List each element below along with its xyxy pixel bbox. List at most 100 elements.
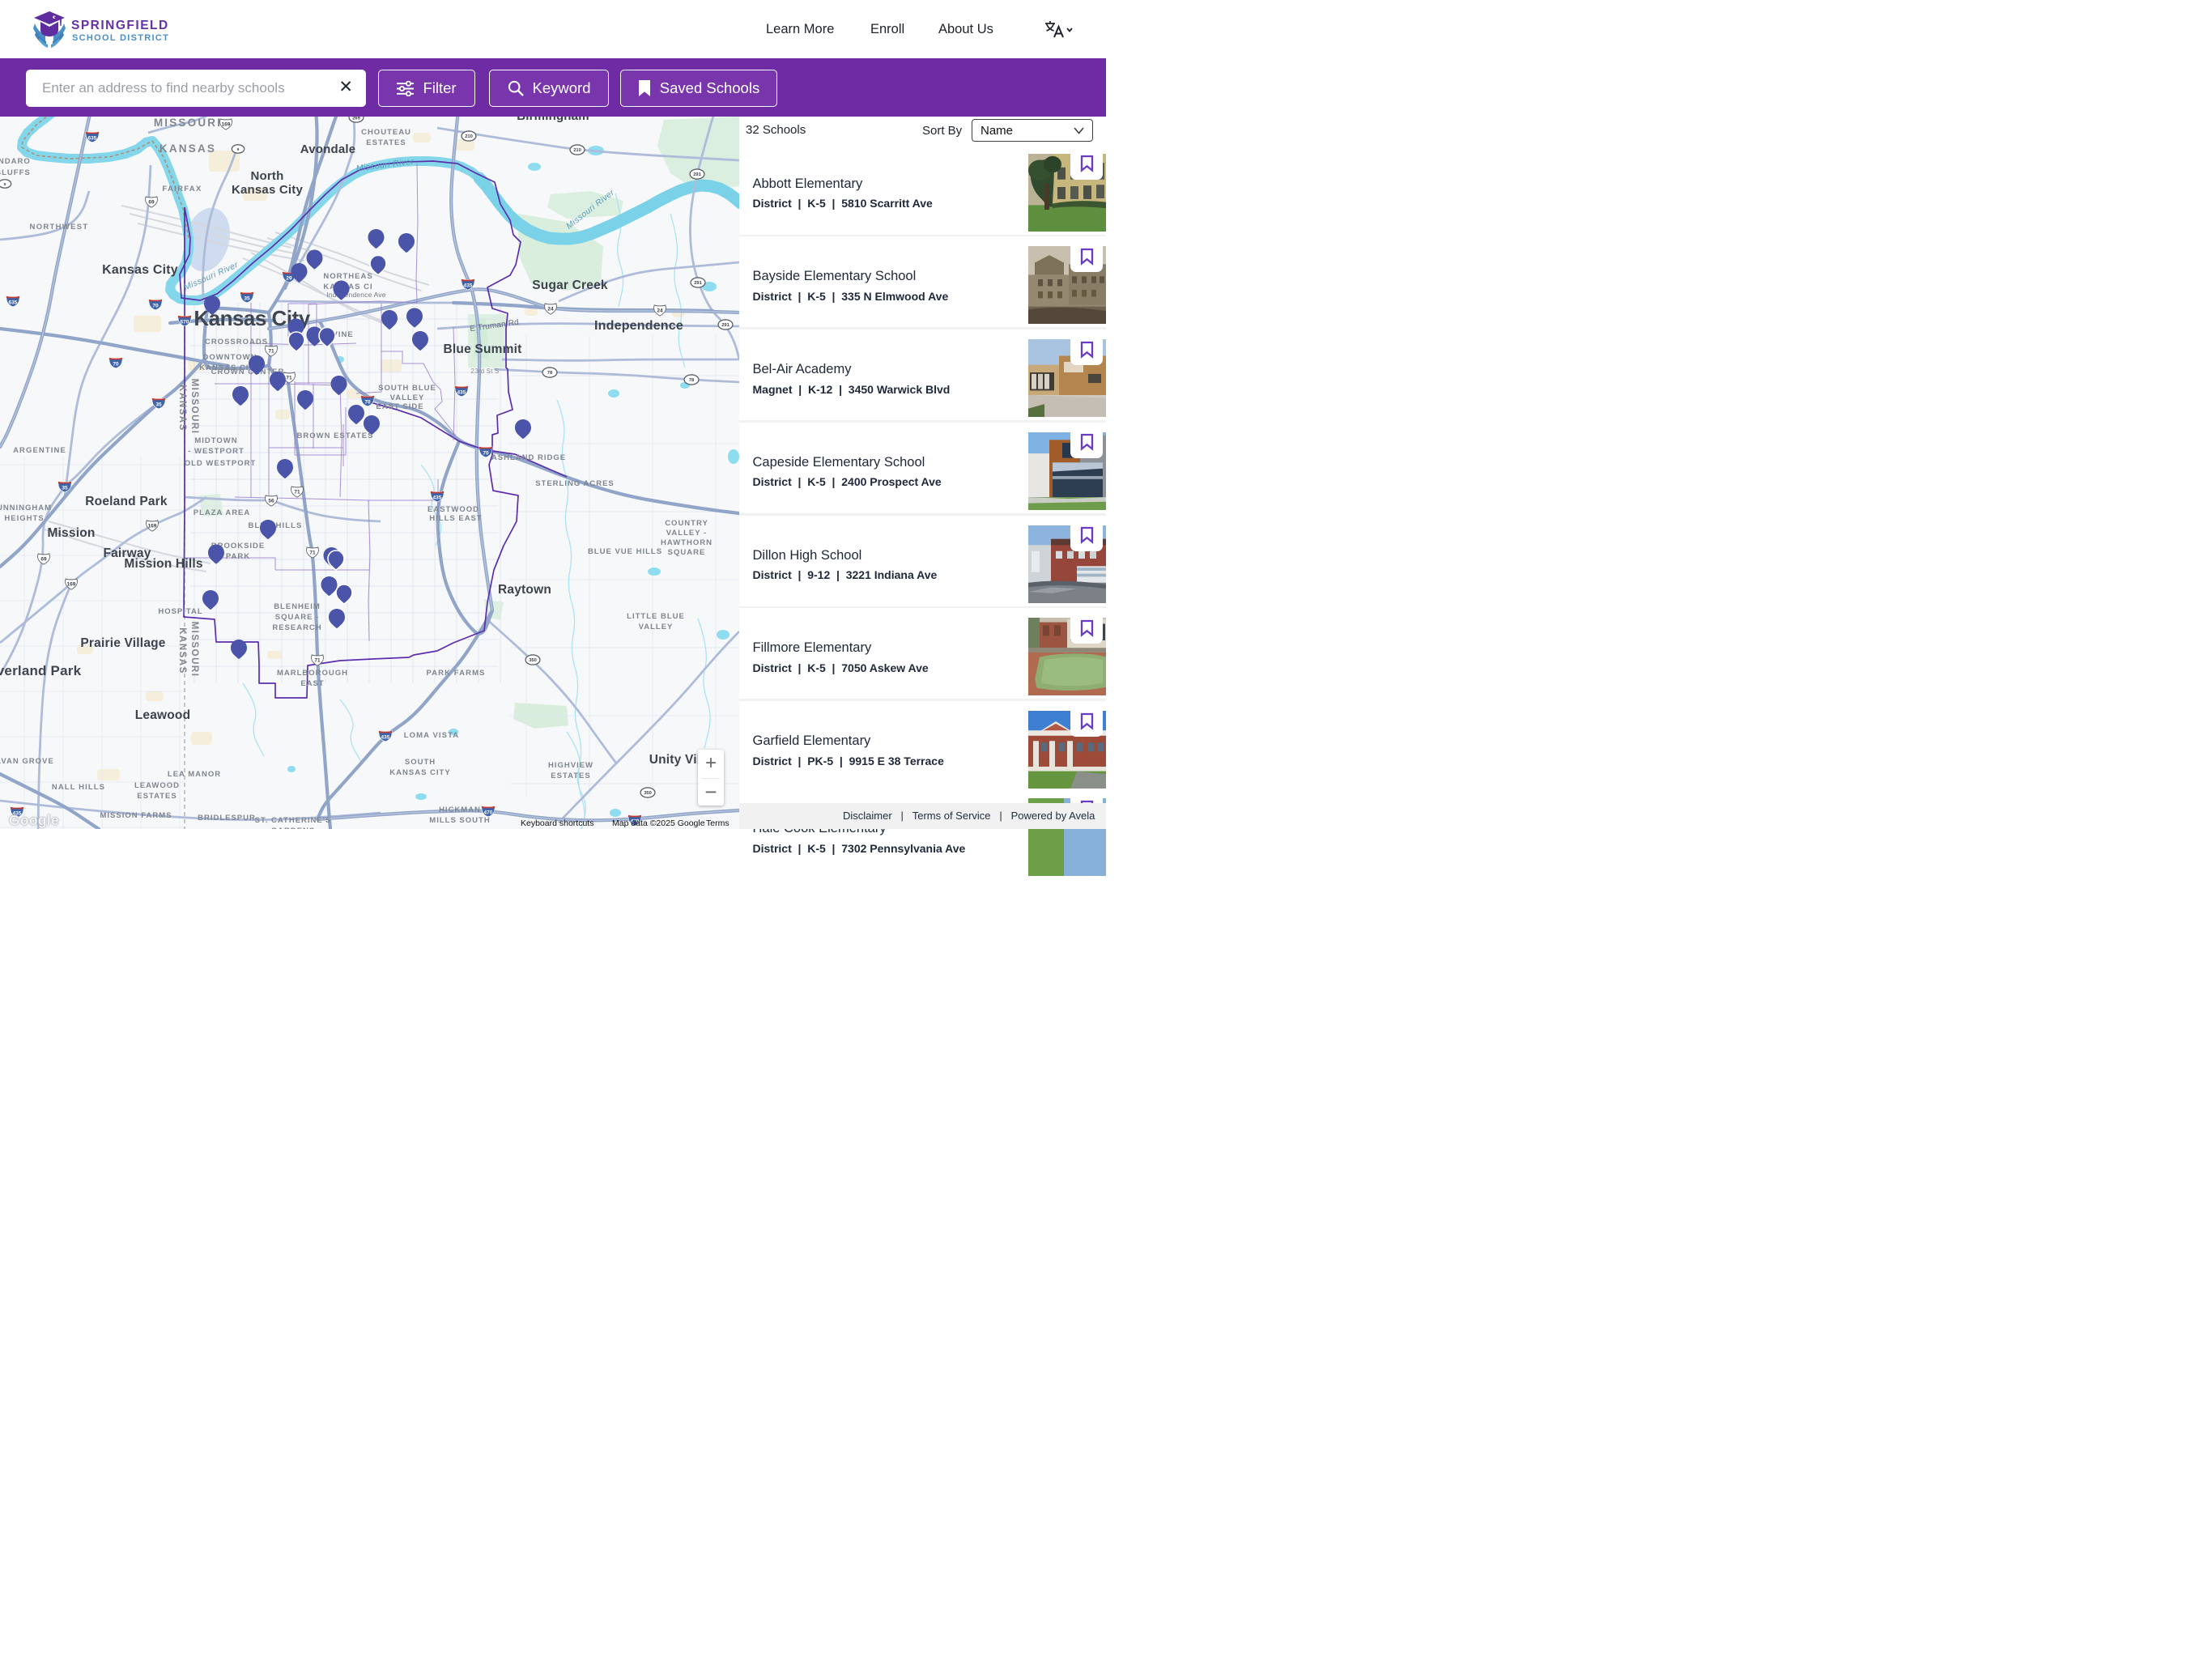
svg-text:35: 35	[62, 485, 68, 491]
svg-text:ESTATES: ESTATES	[366, 138, 406, 147]
svg-text:269: 269	[352, 117, 360, 121]
svg-text:635: 635	[88, 135, 97, 141]
svg-text:24: 24	[657, 308, 663, 314]
svg-text:78: 78	[547, 371, 553, 376]
svg-text:CHOUTEAU: CHOUTEAU	[361, 128, 411, 137]
svg-text:Kansas City: Kansas City	[232, 183, 304, 197]
svg-text:INDARO: INDARO	[0, 157, 31, 166]
svg-text:MARLBOROUGH: MARLBOROUGH	[277, 669, 348, 678]
svg-text:BLUFFS: BLUFFS	[0, 168, 31, 177]
svg-text:Independence: Independence	[594, 319, 683, 333]
svg-text:BROWN ESTATES: BROWN ESTATES	[297, 432, 374, 440]
svg-text:BRIDLESPUR: BRIDLESPUR	[198, 814, 256, 823]
svg-text:MIDTOWN: MIDTOWN	[194, 436, 237, 445]
svg-text:HAWTHORN: HAWTHORN	[661, 538, 713, 547]
svg-text:KANSAS: KANSAS	[177, 385, 187, 432]
svg-text:Roeland Park: Roeland Park	[85, 495, 168, 508]
svg-text:9: 9	[237, 147, 240, 152]
svg-text:435: 435	[433, 495, 442, 500]
svg-text:MISSOURI: MISSOURI	[189, 622, 199, 678]
svg-text:5: 5	[4, 182, 6, 187]
svg-text:SQUARE: SQUARE	[668, 548, 706, 557]
svg-text:HILLS EAST: HILLS EAST	[429, 514, 482, 523]
svg-text:VALLEY: VALLEY	[639, 623, 674, 631]
svg-text:291: 291	[693, 172, 701, 177]
svg-text:69: 69	[148, 200, 155, 206]
svg-text:NORTHEAS: NORTHEAS	[323, 272, 372, 281]
svg-text:HEIGHTS: HEIGHTS	[4, 514, 44, 523]
svg-text:MISSOURI: MISSOURI	[189, 379, 199, 435]
svg-text:70: 70	[113, 361, 119, 367]
svg-text:29: 29	[286, 275, 292, 281]
svg-text:Prairie Village: Prairie Village	[80, 636, 165, 650]
svg-text:Mission Hills: Mission Hills	[124, 557, 202, 571]
svg-text:70: 70	[152, 303, 159, 308]
svg-text:ESTATES: ESTATES	[137, 792, 177, 801]
svg-text:ST. CATHERINE'S: ST. CATHERINE'S	[255, 816, 332, 825]
svg-text:435: 435	[381, 734, 390, 740]
svg-text:MISSION FARMS: MISSION FARMS	[100, 811, 172, 820]
svg-text:169: 169	[222, 122, 231, 128]
svg-text:35: 35	[244, 295, 250, 301]
svg-text:EASTWOOD: EASTWOOD	[428, 505, 479, 514]
svg-text:SOUTH BLUE: SOUTH BLUE	[378, 384, 436, 393]
svg-text:ASHLAND RIDGE: ASHLAND RIDGE	[491, 453, 566, 462]
svg-text:ESTATES: ESTATES	[551, 772, 590, 780]
svg-text:210: 210	[465, 134, 473, 139]
svg-text:SQUARE -: SQUARE -	[275, 613, 319, 622]
svg-text:78: 78	[689, 378, 695, 383]
svg-text:LEA MANOR: LEA MANOR	[168, 770, 221, 779]
svg-text:BLUE VUE HILLS: BLUE VUE HILLS	[588, 547, 662, 556]
svg-text:MILLS SOUTH: MILLS SOUTH	[429, 816, 490, 825]
svg-text:CROSSROADS: CROSSROADS	[205, 338, 268, 346]
svg-text:FAIRFAX: FAIRFAX	[162, 185, 202, 193]
svg-text:SOUTH: SOUTH	[405, 758, 436, 767]
svg-text:LVAN GROVE: LVAN GROVE	[0, 757, 54, 766]
svg-text:Leawood: Leawood	[135, 708, 191, 722]
svg-text:210: 210	[573, 148, 581, 153]
svg-text:STERLING ACRES: STERLING ACRES	[535, 479, 615, 488]
svg-text:71: 71	[294, 490, 300, 495]
svg-text:EAST SIDE: EAST SIDE	[376, 402, 423, 411]
svg-text:verland Park: verland Park	[0, 663, 82, 678]
svg-text:291: 291	[721, 323, 730, 328]
svg-text:- WESTPORT: - WESTPORT	[188, 447, 245, 456]
svg-text:350: 350	[644, 791, 652, 796]
svg-text:DOWNTOWN: DOWNTOWN	[203, 353, 257, 362]
svg-text:VALLEY: VALLEY	[390, 393, 425, 402]
svg-text:24: 24	[547, 307, 554, 312]
svg-text:Kansas City: Kansas City	[102, 263, 178, 277]
svg-text:LEAWOOD: LEAWOOD	[134, 781, 180, 790]
svg-text:350: 350	[529, 658, 537, 663]
svg-text:291: 291	[694, 281, 702, 286]
svg-text:PARK: PARK	[226, 552, 250, 561]
svg-text:COUNTRY: COUNTRY	[665, 519, 708, 528]
svg-text:LITTLE BLUE: LITTLE BLUE	[627, 612, 685, 621]
svg-text:Sugar Creek: Sugar Creek	[532, 278, 608, 292]
svg-text:635: 635	[9, 300, 18, 305]
svg-text:KANSAS: KANSAS	[160, 142, 216, 155]
svg-text:169: 169	[148, 524, 157, 529]
svg-text:RESEARCH: RESEARCH	[272, 623, 321, 632]
svg-text:PLAZA AREA: PLAZA AREA	[194, 508, 251, 517]
svg-text:NORTHWEST: NORTHWEST	[30, 223, 89, 232]
svg-text:23rd St S: 23rd St S	[470, 368, 499, 375]
svg-text:LOMA VISTA: LOMA VISTA	[404, 731, 460, 740]
svg-text:Mission: Mission	[47, 526, 95, 540]
svg-text:MISSOURI: MISSOURI	[154, 117, 222, 129]
svg-text:670: 670	[181, 319, 189, 325]
svg-text:70: 70	[364, 399, 371, 405]
svg-text:Blue Summit: Blue Summit	[444, 342, 522, 356]
svg-text:Avondale: Avondale	[300, 142, 356, 156]
svg-text:71: 71	[268, 349, 274, 355]
svg-text:NALL HILLS: NALL HILLS	[52, 783, 105, 792]
svg-text:OLD WESTPORT: OLD WESTPORT	[185, 459, 257, 468]
svg-text:71: 71	[286, 376, 292, 381]
svg-text:435: 435	[457, 389, 466, 395]
svg-text:71: 71	[314, 658, 321, 664]
svg-text:Raytown: Raytown	[498, 583, 551, 597]
svg-text:VALLEY -: VALLEY -	[666, 529, 707, 538]
svg-text:HOSPITAL: HOSPITAL	[158, 607, 202, 616]
svg-text:56: 56	[268, 499, 274, 504]
svg-text:470: 470	[484, 810, 493, 815]
